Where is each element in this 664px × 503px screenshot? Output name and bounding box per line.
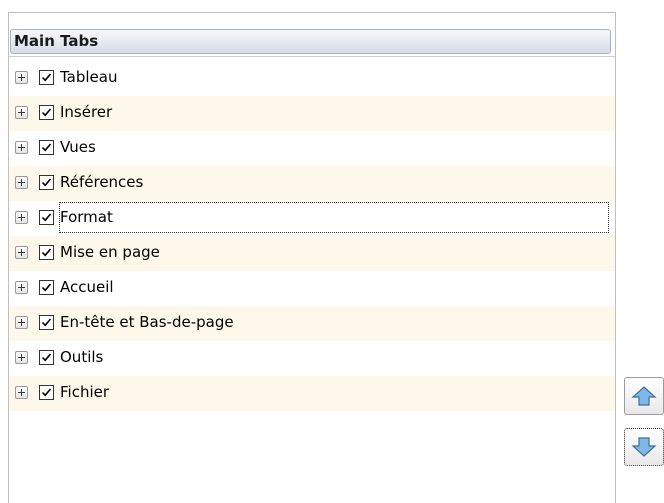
tab-row[interactable]: Mise en page <box>9 236 615 271</box>
tab-row[interactable]: Fichier <box>9 376 615 411</box>
tab-checkbox[interactable] <box>39 140 54 155</box>
checkmark-icon <box>41 318 52 327</box>
checkmark-icon <box>41 213 52 222</box>
plus-box-icon[interactable] <box>15 106 28 119</box>
tab-row[interactable]: Insérer <box>9 96 615 131</box>
tab-label[interactable]: Références <box>60 173 143 192</box>
move-up-button[interactable] <box>624 377 664 415</box>
tab-row[interactable]: Vues <box>9 131 615 166</box>
tab-label[interactable]: Tableau <box>60 68 118 87</box>
tab-row[interactable]: Format <box>9 201 615 236</box>
plus-box-icon[interactable] <box>15 386 28 399</box>
tab-label[interactable]: Insérer <box>60 103 112 122</box>
checkmark-icon <box>41 108 52 117</box>
checkmark-icon <box>41 73 52 82</box>
tab-row[interactable]: En-tête et Bas-de-page <box>9 306 615 341</box>
tab-row[interactable]: Accueil <box>9 271 615 306</box>
plus-box-icon[interactable] <box>15 351 28 364</box>
move-down-button[interactable] <box>624 428 664 466</box>
plus-box-icon[interactable] <box>15 71 28 84</box>
tab-label[interactable]: Accueil <box>60 278 114 297</box>
tab-label[interactable]: Mise en page <box>60 243 160 262</box>
tab-checkbox[interactable] <box>39 315 54 330</box>
tabs-tree-panel: Main Tabs Tableau Insérer Vues Références Fo… <box>8 12 616 503</box>
plus-box-icon[interactable] <box>15 176 28 189</box>
plus-box-icon[interactable] <box>15 316 28 329</box>
arrow-up-icon <box>631 386 657 406</box>
plus-box-icon[interactable] <box>15 281 28 294</box>
plus-box-icon[interactable] <box>15 246 28 259</box>
tree-header: Main Tabs <box>10 29 611 54</box>
arrow-down-icon <box>631 437 657 457</box>
tabs-tree-list: Tableau Insérer Vues Références Format Mise e… <box>9 61 615 411</box>
tab-label[interactable]: En-tête et Bas-de-page <box>60 313 234 332</box>
focus-rectangle <box>59 202 609 233</box>
checkmark-icon <box>41 353 52 362</box>
tab-checkbox[interactable] <box>39 385 54 400</box>
checkmark-icon <box>41 248 52 257</box>
checkmark-icon <box>41 178 52 187</box>
checkmark-icon <box>41 388 52 397</box>
checkmark-icon <box>41 143 52 152</box>
tree-header-title: Main Tabs <box>14 32 99 50</box>
tab-row[interactable]: Références <box>9 166 615 201</box>
tab-label[interactable]: Vues <box>60 138 96 157</box>
tab-checkbox[interactable] <box>39 175 54 190</box>
tab-checkbox[interactable] <box>39 280 54 295</box>
tab-checkbox[interactable] <box>39 350 54 365</box>
plus-box-icon[interactable] <box>15 141 28 154</box>
tab-checkbox[interactable] <box>39 105 54 120</box>
tab-checkbox[interactable] <box>39 245 54 260</box>
tab-label[interactable]: Fichier <box>60 383 109 402</box>
tab-row[interactable]: Tableau <box>9 61 615 96</box>
tab-label[interactable]: Outils <box>60 348 103 367</box>
tab-checkbox[interactable] <box>39 210 54 225</box>
tab-label[interactable]: Format <box>60 208 113 227</box>
header-divider <box>9 56 615 57</box>
plus-box-icon[interactable] <box>15 211 28 224</box>
tab-checkbox[interactable] <box>39 70 54 85</box>
checkmark-icon <box>41 283 52 292</box>
tab-row[interactable]: Outils <box>9 341 615 376</box>
